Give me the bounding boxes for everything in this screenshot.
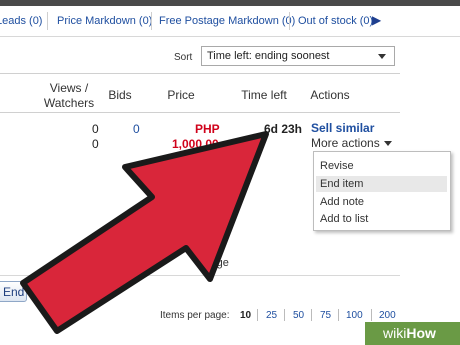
wikihow-watermark: wikiHow xyxy=(365,322,460,345)
watermark-how: How xyxy=(406,325,436,341)
pointer-arrow-icon xyxy=(20,131,269,334)
watermark-wiki: wiki xyxy=(383,325,407,341)
